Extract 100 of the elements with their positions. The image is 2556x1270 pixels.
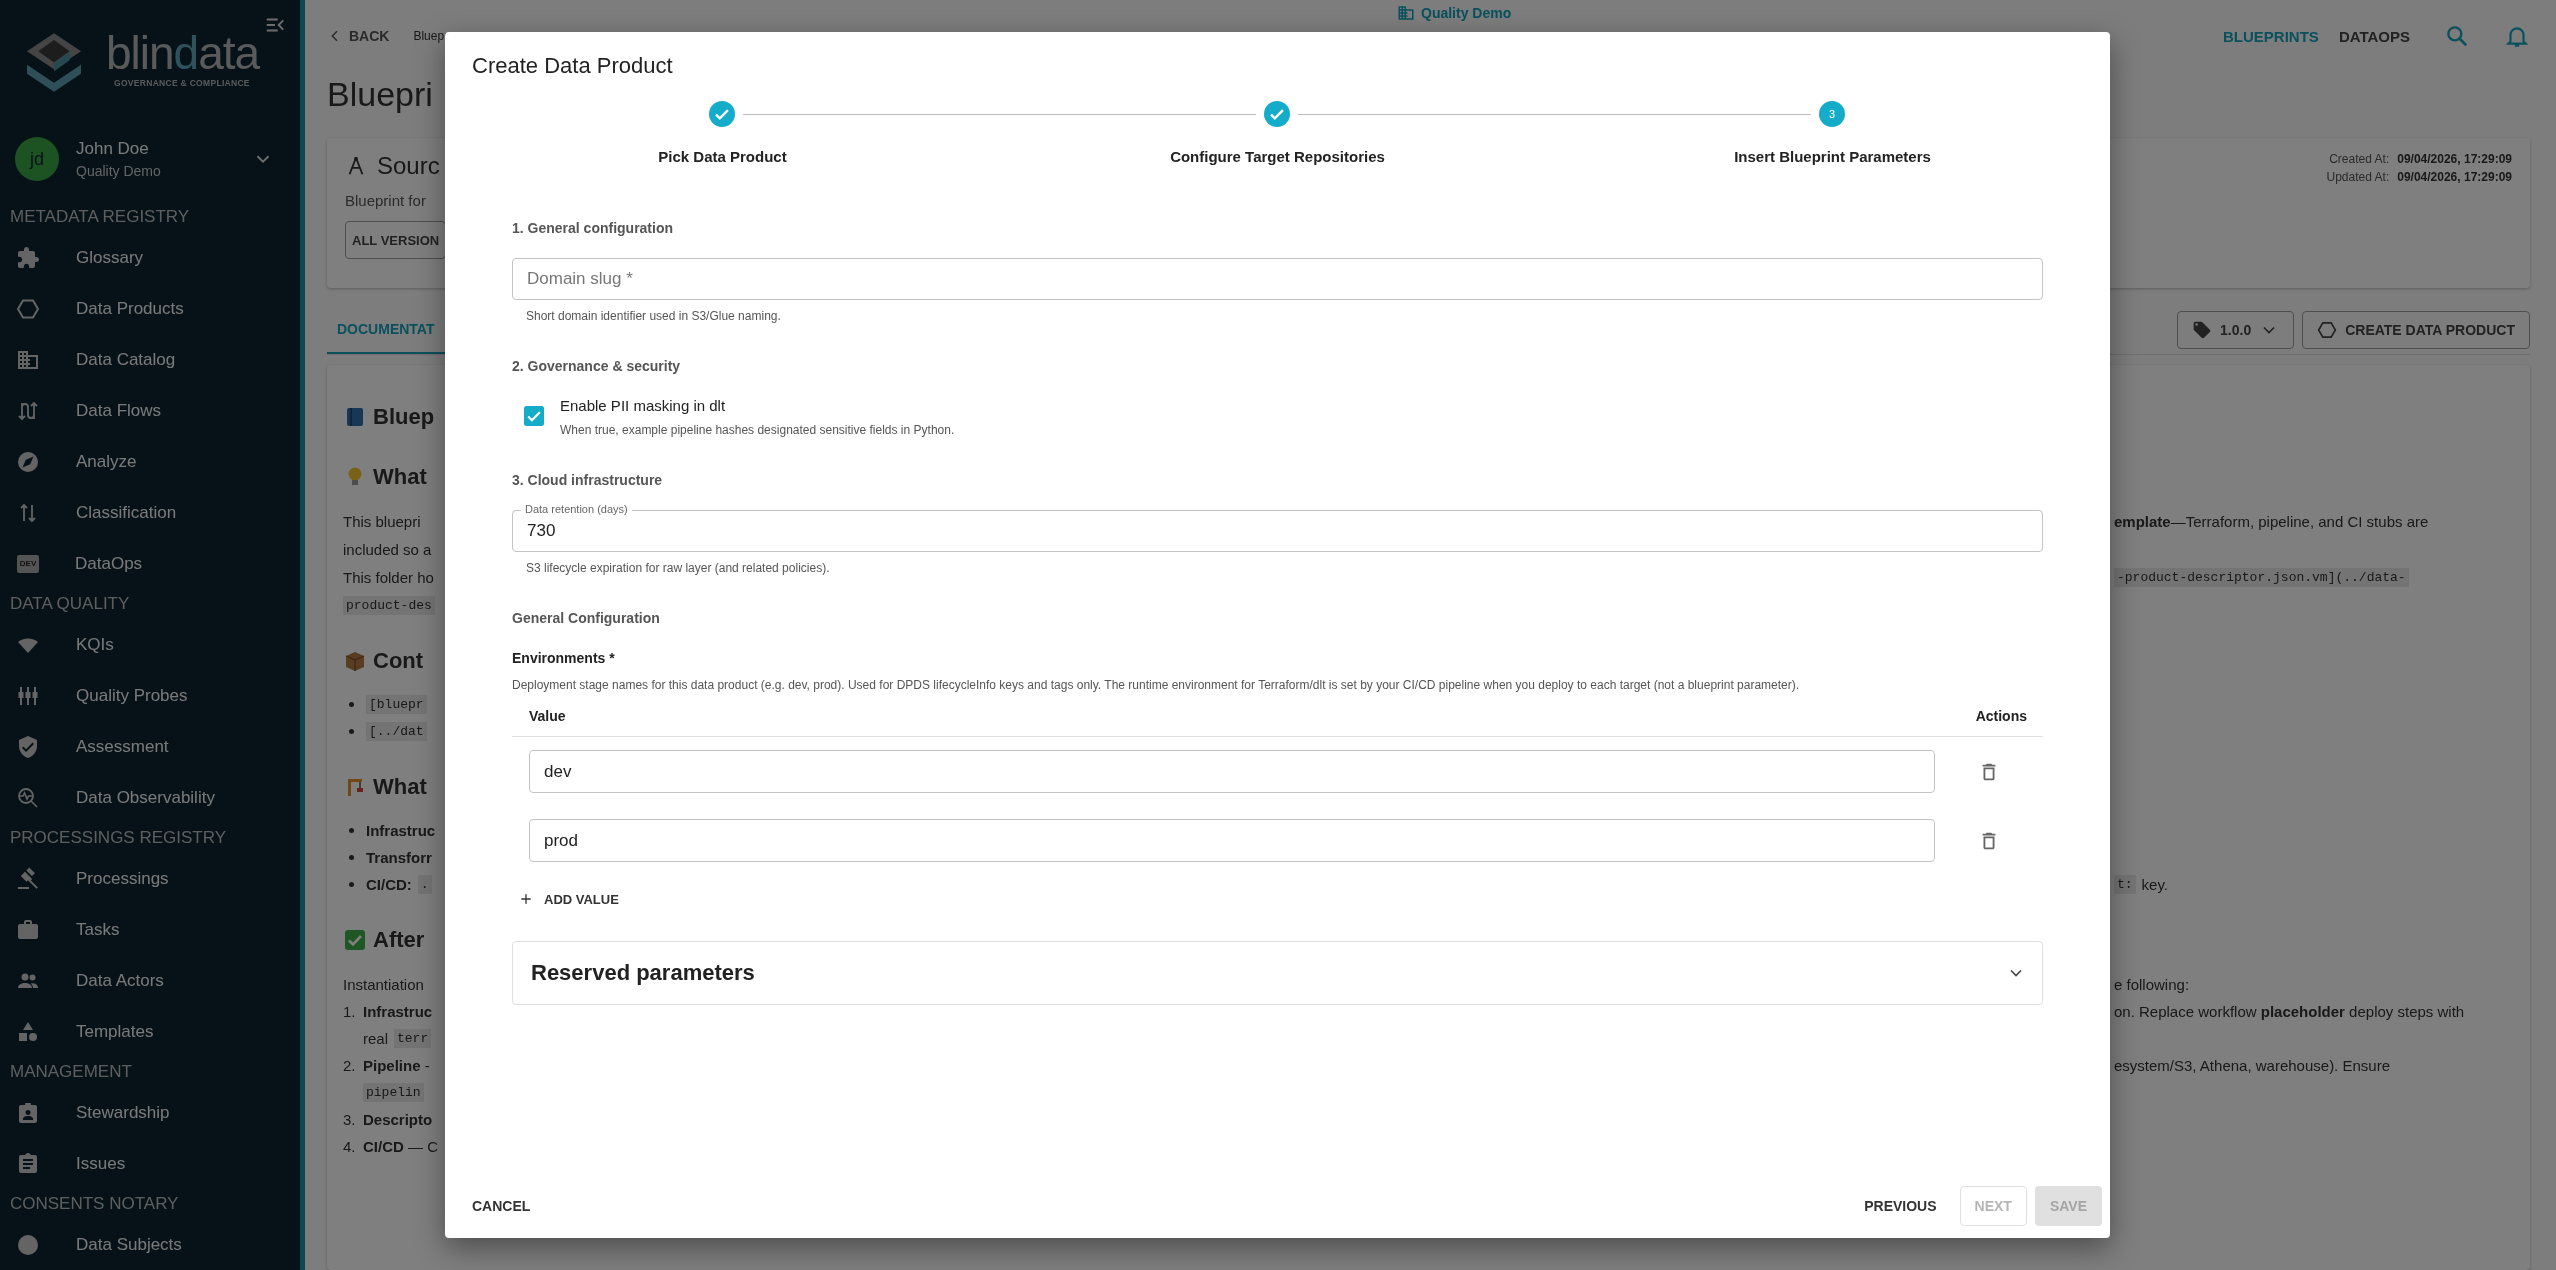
meta-value: 09/04/2026, 17:29:09 — [2397, 170, 2512, 184]
version-select[interactable]: 1.0.0 — [2177, 311, 2295, 349]
sidebar-item[interactable]: Stewardship — [0, 1087, 300, 1139]
sidebar-item[interactable]: Quality Probes — [0, 670, 300, 722]
field-description: Deployment stage names for this data product (e.g. dev, prod). Used for DPDS lifecycleInfo keys and tags only. The runtime environment for Terraform/dlt is set by your CI/CD pipeline when you deploy to each target (not a blueprint parameter). — [512, 677, 1801, 693]
doc-heading: Bluep — [373, 404, 435, 430]
doc-text: on. Replace workflow placeholder deploy steps with — [2114, 1003, 2465, 1020]
text-field[interactable]: prod — [529, 819, 1935, 862]
add-value-button[interactable]: ADD VALUE — [512, 885, 625, 913]
section-heading: 2. Governance & security — [512, 357, 681, 376]
tag-icon — [2192, 320, 2213, 340]
doc-text: This bluepri — [343, 512, 421, 530]
check-box-icon — [343, 928, 367, 952]
inline-code: pipelin — [363, 1083, 424, 1102]
inline-code: [bluepr — [366, 695, 427, 714]
sidebar-item[interactable]: Assessment — [0, 721, 300, 773]
section-heading: 1. General configuration — [512, 219, 674, 238]
sidebar-item[interactable]: Issues — [0, 1138, 300, 1190]
bullet-dot — [349, 855, 354, 860]
doc-heading: After — [373, 927, 425, 953]
section-heading: METADATA REGISTRY — [9, 206, 191, 229]
checkbox[interactable] — [524, 406, 544, 426]
search-icon[interactable] — [2444, 23, 2470, 49]
doc-text: e following: — [2114, 975, 2190, 993]
doc-text: esystem/S3, Athena, warehouse). Ensure — [2114, 1057, 2390, 1074]
doc-text: Instantiation — [343, 975, 424, 993]
helper-text: S3 lifecycle expiration for raw layer (and related policies). — [525, 560, 831, 576]
sidebar-item[interactable]: Data Actors — [0, 955, 300, 1007]
section-heading: General Configuration — [512, 609, 660, 628]
doc-text: CI/CD: — [366, 876, 412, 893]
logo-tagline: GOVERNANCE & COMPLIANCE — [114, 78, 251, 89]
inline-code: product-des — [343, 595, 435, 615]
checkbox-label: Enable PII masking in dlt — [560, 396, 727, 416]
back-link[interactable]: BACK — [327, 28, 390, 44]
sidebar-item[interactable]: Data Subjects — [0, 1219, 300, 1270]
field-label: Environments * — [512, 649, 615, 668]
user-name: John Doe — [76, 139, 150, 160]
inline-code: . — [417, 875, 432, 894]
step-label: Insert Blueprint Parameters — [1734, 148, 1931, 166]
doc-text: Infrastruc — [363, 1003, 433, 1020]
list-number: 2. — [343, 1057, 357, 1074]
accordion-header[interactable]: Reserved parameters — [512, 941, 2043, 1005]
inline-code: [../dat — [366, 722, 427, 741]
doc-heading: What — [373, 464, 427, 490]
sidebar-item[interactable]: Data Flows — [0, 385, 300, 437]
meta-value: 09/04/2026, 17:29:09 — [2397, 152, 2512, 166]
doc-text: Transforr — [366, 849, 432, 866]
helper-text: When true, example pipeline hashes designated sensitive fields in Python. — [560, 422, 955, 438]
nav-link[interactable]: DATAOPS — [2338, 27, 2410, 45]
doc-heading: What — [373, 774, 427, 800]
text-field[interactable]: Domain slug * — [512, 258, 2043, 300]
sidebar-item[interactable]: Data Catalog — [0, 334, 300, 386]
sidebar-item[interactable]: Data Observability — [0, 772, 300, 824]
sidebar-item[interactable]: Processings — [0, 853, 300, 905]
doc-text: included so a — [343, 540, 432, 558]
section-heading: CONSENTS NOTARY — [9, 1193, 180, 1216]
doc-text: emplate—Terraform, pipeline, and CI stubs are — [2114, 512, 2429, 530]
step-label: Pick Data Product — [658, 148, 787, 166]
dev-badge-icon: DEV — [17, 554, 39, 573]
list-number: 4. — [343, 1138, 357, 1155]
create-data-product-button[interactable]: CREATE DATA PRODUCT — [2302, 311, 2530, 349]
dialog-title: Create Data Product — [471, 52, 674, 78]
gavel-icon — [16, 866, 40, 891]
list-number: 3. — [343, 1111, 357, 1128]
bullet-dot — [349, 729, 354, 734]
bullet-dot — [349, 702, 354, 707]
package-icon — [343, 649, 367, 673]
sidebar-item[interactable]: Data Products — [0, 283, 300, 335]
meta-label: Updated At: — [2326, 170, 2390, 184]
section-heading: 3. Cloud infrastructure — [512, 471, 663, 490]
card-title: Sourc — [377, 152, 440, 180]
sidebar-item[interactable]: Templates — [0, 1006, 300, 1058]
doc-text: Pipeline - — [363, 1057, 430, 1074]
doc-text: key. — [2141, 876, 2168, 893]
sidebar-item[interactable]: Classification — [0, 487, 300, 539]
sidebar-item[interactable]: Tasks — [0, 904, 300, 956]
magnifier-pulse-icon — [16, 785, 40, 810]
step-label: Configure Target Repositories — [1170, 148, 1385, 166]
sidebar-item[interactable]: KQIs — [0, 619, 300, 671]
sidebar-item[interactable]: Glossary — [0, 232, 300, 284]
inline-code: -product-descriptor.json.vm](../data- — [2114, 567, 2409, 587]
sidebar-item[interactable]: Analyze — [0, 436, 300, 488]
sidebar-item[interactable]: DEV DataOps — [0, 538, 300, 590]
list-number: 1. — [343, 1003, 357, 1020]
doc-text: CI/CD — C — [363, 1138, 438, 1155]
shield-check-icon — [16, 734, 40, 759]
text-field[interactable]: dev — [529, 750, 1935, 793]
column-header: Value — [529, 707, 566, 724]
cancel-button[interactable]: CANCEL — [457, 1186, 546, 1226]
doc-heading: Cont — [373, 648, 424, 674]
user-avatar: jd — [15, 137, 59, 182]
plus-icon — [518, 891, 534, 907]
section-heading: MANAGEMENT — [9, 1061, 133, 1084]
doc-text: Descripto — [363, 1111, 433, 1128]
helper-text: Short domain identifier used in S3/Glue naming. — [525, 308, 782, 324]
workspace-name: Quality Demo — [76, 163, 162, 180]
compass-icon — [16, 449, 40, 474]
action-button[interactable]: PREVIOUS — [1849, 1186, 1952, 1226]
meta-label: Created At: — [2329, 152, 2390, 166]
inline-code: terr — [394, 1029, 432, 1048]
